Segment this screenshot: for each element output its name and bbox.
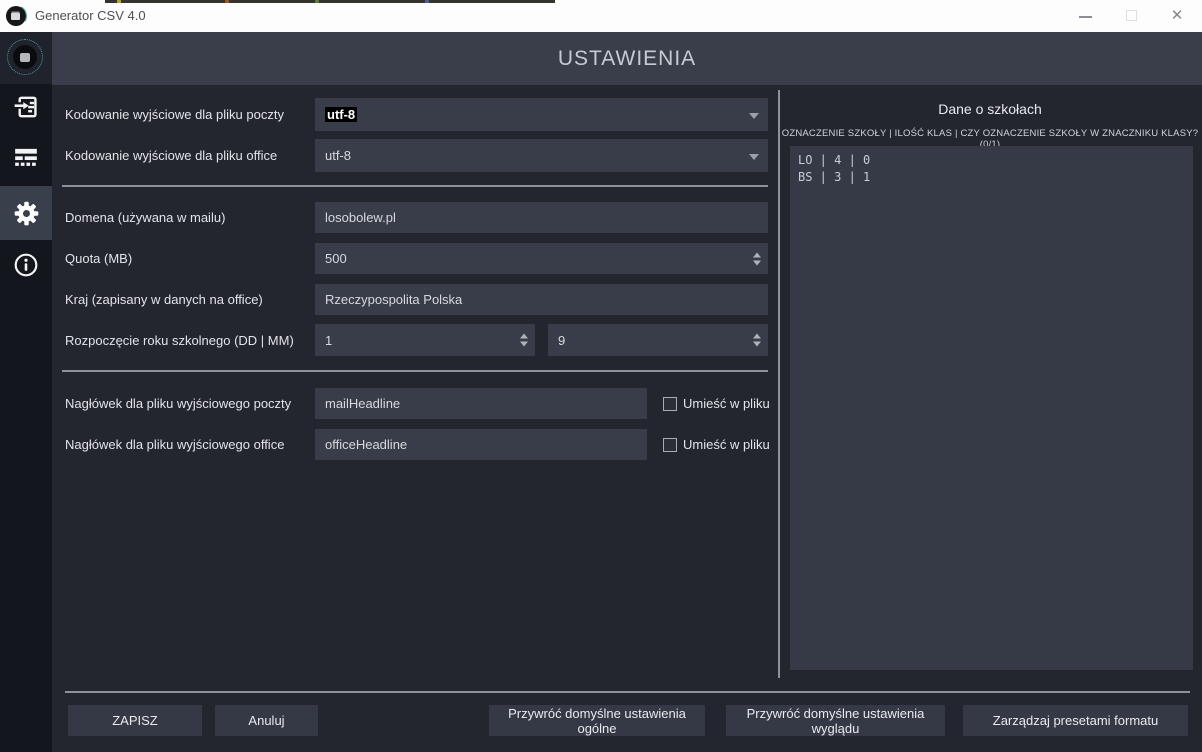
gear-icon: [13, 200, 40, 227]
mail-headline-checkbox[interactable]: [663, 397, 677, 411]
window-title: Generator CSV 4.0: [35, 0, 146, 32]
office-headline-checkbox[interactable]: [663, 438, 677, 452]
quota-label: Quota (MB): [65, 251, 132, 266]
encoding-office-value: utf-8: [325, 148, 351, 163]
office-headline-input[interactable]: [315, 429, 647, 460]
cancel-button[interactable]: Anuluj: [215, 705, 318, 736]
encoding-mail-value: utf-8: [325, 107, 357, 122]
format-list-icon: [13, 144, 39, 170]
minimize-button[interactable]: [1062, 0, 1108, 32]
school-year-label: Rozpoczęcie roku szkolnego (DD | MM): [65, 333, 294, 348]
sidebar-logo: [0, 32, 52, 84]
save-button[interactable]: ZAPISZ: [68, 705, 202, 736]
chevron-down-icon: [749, 113, 759, 119]
encoding-mail-combobox[interactable]: utf-8: [315, 98, 768, 131]
page-title: USTAWIENIA: [52, 32, 1202, 85]
school-year-month-spinner[interactable]: [548, 324, 768, 356]
app-icon: [6, 6, 26, 26]
vertical-divider: [778, 90, 780, 678]
sliver-dot: [315, 0, 319, 3]
spinner-arrows-icon[interactable]: [753, 252, 761, 265]
background-window-sliver: [105, 0, 555, 3]
minimize-icon: [1079, 16, 1092, 18]
close-icon: ✕: [1154, 0, 1200, 32]
mail-headline-label: Nagłówek dla pliku wyjściowego poczty: [65, 396, 291, 411]
office-headline-label: Nagłówek dla pliku wyjściowego office: [65, 437, 284, 452]
generator-csv-window: Generator CSV 4.0 ✕: [0, 0, 1202, 752]
school-year-month-input[interactable]: [548, 324, 768, 356]
school-year-day-input[interactable]: [315, 324, 535, 356]
school-year-day-spinner[interactable]: [315, 324, 535, 356]
maximize-button[interactable]: [1108, 0, 1154, 32]
footer-divider: [65, 691, 1190, 693]
sidebar-item-format[interactable]: [0, 132, 52, 182]
encoding-office-combobox[interactable]: utf-8: [315, 139, 768, 172]
domain-input[interactable]: [315, 202, 768, 233]
schools-panel-title: Dane o szkołach: [778, 101, 1202, 117]
sidebar-item-import[interactable]: [0, 82, 52, 132]
restore-general-settings-button[interactable]: Przywróć domyślne ustawienia ogólne: [489, 705, 705, 736]
encoding-mail-label: Kodowanie wyjściowe dla pliku poczty: [65, 107, 284, 122]
sliver-dot: [425, 0, 429, 3]
maximize-icon: [1126, 10, 1137, 21]
info-icon: [13, 252, 39, 278]
sidebar: [0, 32, 52, 752]
spinner-arrows-icon[interactable]: [520, 334, 528, 347]
restore-appearance-settings-button[interactable]: Przywróć domyślne ustawienia wyglądu: [726, 705, 945, 736]
section-divider: [62, 185, 768, 187]
quota-input[interactable]: [315, 243, 768, 274]
page-header: USTAWIENIA: [52, 32, 1202, 85]
encoding-office-label: Kodowanie wyjściowe dla pliku office: [65, 148, 277, 163]
quota-spinner[interactable]: [315, 243, 768, 274]
spinner-arrows-icon[interactable]: [753, 334, 761, 347]
country-input[interactable]: [315, 284, 768, 315]
app-logo-icon: [7, 39, 43, 75]
close-button[interactable]: ✕: [1154, 0, 1200, 32]
sidebar-item-settings[interactable]: [0, 186, 52, 240]
domain-label: Domena (używana w mailu): [65, 210, 225, 225]
titlebar[interactable]: Generator CSV 4.0 ✕: [0, 0, 1202, 32]
office-headline-checkbox-label[interactable]: Umieść w pliku: [683, 437, 770, 452]
sliver-dot: [225, 0, 229, 3]
chevron-down-icon: [749, 154, 759, 160]
country-label: Kraj (zapisany w danych na office): [65, 292, 263, 307]
sidebar-item-info[interactable]: [0, 240, 52, 290]
mail-headline-checkbox-label[interactable]: Umieść w pliku: [683, 396, 770, 411]
mail-headline-input[interactable]: [315, 388, 647, 419]
manage-format-presets-button[interactable]: Zarządzaj presetami formatu: [963, 705, 1188, 736]
import-data-icon: [13, 94, 39, 120]
schools-data-textarea[interactable]: LO | 4 | 0 BS | 3 | 1: [790, 146, 1193, 670]
section-divider: [62, 370, 768, 372]
